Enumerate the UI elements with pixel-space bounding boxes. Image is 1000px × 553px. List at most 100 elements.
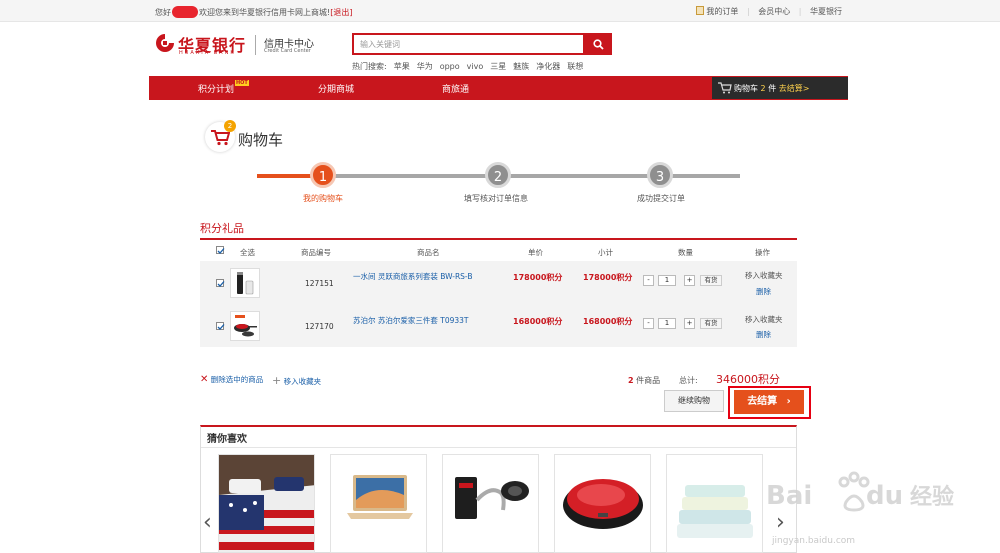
recommendation-card[interactable] <box>442 454 539 553</box>
hot-term[interactable]: 苹果 <box>394 62 410 71</box>
product-name-link[interactable]: 一水间 灵跃商旅系列套装 BW-RS-B <box>353 271 473 282</box>
step-3: 3 <box>647 162 673 188</box>
search-button[interactable] <box>585 33 612 55</box>
delete-item-link[interactable]: 删除 <box>756 286 771 297</box>
product-image[interactable] <box>230 268 260 298</box>
hot-term[interactable]: 三星 <box>490 62 506 71</box>
move-selected-to-favorites-button[interactable]: + 移入收藏夹 <box>272 374 321 387</box>
search-input[interactable]: 输入关键词 <box>352 33 585 55</box>
cart-badge: 2 <box>224 120 236 132</box>
total-value: 346000积分 <box>716 373 780 386</box>
plus-icon: + <box>272 374 282 387</box>
recommendations-title: 猜你喜欢 <box>207 434 247 445</box>
item-checkbox[interactable] <box>216 322 225 330</box>
product-code: 127151 <box>305 279 334 288</box>
step-progress-track <box>323 174 740 178</box>
grill-pan-image <box>555 455 650 552</box>
watermark-url: jingyan.baidu.com <box>772 536 856 546</box>
towels-image <box>667 455 762 552</box>
select-all-checkbox[interactable] <box>216 246 225 254</box>
hot-badge: HOT <box>235 80 249 86</box>
step-3-label: 成功提交订单 <box>637 194 685 203</box>
nav-cart-button[interactable]: 购物车 2 件 去结算> <box>712 77 848 99</box>
unit-price: 178000积分 <box>513 273 563 282</box>
move-to-favorites-link[interactable]: 移入收藏夹 <box>745 314 783 325</box>
checkout-button[interactable]: 去结算 › <box>734 390 804 414</box>
hot-term[interactable]: 净化器 <box>536 62 560 71</box>
welcome-text: 您好 欢迎您来到华夏银行信用卡网上商城![退出] <box>155 6 353 18</box>
header-qty: 数量 <box>678 248 693 257</box>
unit-price: 168000积分 <box>513 317 563 326</box>
laptop-image <box>331 455 426 552</box>
step-1-label: 我的购物车 <box>303 194 343 203</box>
delete-item-link[interactable]: 删除 <box>756 329 771 340</box>
hot-term[interactable]: vivo <box>467 62 484 71</box>
qty-minus-button[interactable]: - <box>643 275 654 286</box>
section-title: 积分礼品 <box>200 222 244 235</box>
delete-selected-button[interactable]: ✕ 删除选中的商品 <box>200 374 263 385</box>
recommendations-divider <box>201 447 796 448</box>
top-links: 我的订单 | 会员中心 | 华夏银行 <box>690 6 842 17</box>
svg-text:du: du <box>866 481 903 511</box>
carousel-prev-icon[interactable]: ‹ <box>203 510 212 535</box>
bank-name-en: HUAXIA BANK <box>179 50 236 56</box>
svg-text:Bai: Bai <box>766 481 812 511</box>
header-name: 商品名 <box>417 248 440 257</box>
nav-item-installment[interactable]: 分期商城 <box>318 82 354 95</box>
qty-plus-button[interactable]: + <box>684 318 695 329</box>
close-icon: ✕ <box>200 374 209 385</box>
header-actions: 操作 <box>755 248 770 257</box>
recommendation-card[interactable] <box>666 454 763 553</box>
qty-minus-button[interactable]: - <box>643 318 654 329</box>
product-name-link[interactable]: 苏泊尔 苏泊尔爱家三件套 T0933T <box>353 315 469 326</box>
header-price: 单价 <box>528 248 543 257</box>
credit-center-en: Credit Card Center <box>264 48 311 54</box>
cpap-device-image <box>443 455 538 552</box>
table-header: 全选 商品编号 商品名 单价 小计 数量 操作 <box>200 240 797 261</box>
nav-checkout-link[interactable]: 去结算> <box>779 84 810 93</box>
my-orders-link[interactable]: 我的订单 <box>706 7 738 16</box>
recommendation-card[interactable] <box>330 454 427 553</box>
stock-badge: 有货 <box>700 275 722 286</box>
nav-item-travel[interactable]: 商旅通 <box>442 82 469 95</box>
subtotal: 178000积分 <box>583 273 633 282</box>
cart-icon <box>718 82 732 94</box>
header-select-all[interactable]: 全选 <box>240 247 255 258</box>
product-code: 127170 <box>305 322 334 331</box>
qty-input[interactable]: 1 <box>658 275 676 286</box>
move-to-favorites-link[interactable]: 移入收藏夹 <box>745 270 783 281</box>
recommendation-card[interactable] <box>218 454 315 553</box>
qty-input[interactable]: 1 <box>658 318 676 329</box>
svg-text:经验: 经验 <box>910 484 954 510</box>
total-label: 总计: <box>679 376 698 385</box>
header-subtotal: 小计 <box>598 248 613 257</box>
hot-search: 热门搜索: 苹果 华为 oppo vivo 三星 魅族 净化器 联想 <box>352 62 584 71</box>
recommendation-card[interactable] <box>554 454 651 553</box>
search-icon <box>593 39 604 50</box>
order-icon <box>696 6 705 15</box>
bank-link[interactable]: 华夏银行 <box>810 7 842 16</box>
huaxia-logo-icon[interactable] <box>155 33 175 53</box>
hot-term[interactable]: oppo <box>440 62 460 71</box>
nav-item-points[interactable]: 积分计划 <box>198 82 234 95</box>
product-image[interactable] <box>230 311 260 341</box>
hot-term[interactable]: 魅族 <box>513 62 529 71</box>
step-2-label: 填写核对订单信息 <box>464 194 528 203</box>
header-code: 商品编号 <box>301 248 331 257</box>
thermos-set-image <box>237 272 254 295</box>
item-checkbox[interactable] <box>216 279 225 287</box>
hot-term[interactable]: 联想 <box>567 62 583 71</box>
hot-term[interactable]: 华为 <box>417 62 433 71</box>
top-bar: 您好 欢迎您来到华夏银行信用卡网上商城![退出] 我的订单 | 会员中心 | 华夏… <box>0 0 1000 22</box>
member-center-link[interactable]: 会员中心 <box>758 7 790 16</box>
page-title: 购物车 <box>238 131 284 149</box>
item-count: 2 件商品 <box>628 376 661 385</box>
continue-shopping-button[interactable]: 继续购物 <box>664 390 724 412</box>
qty-plus-button[interactable]: + <box>684 275 695 286</box>
logout-link[interactable]: [退出] <box>330 8 352 17</box>
subtotal: 168000积分 <box>583 317 633 326</box>
cart-count: 2 <box>760 84 766 93</box>
stock-badge: 有货 <box>700 318 722 329</box>
redacted-username <box>172 6 198 18</box>
cookware-set-image <box>234 315 257 337</box>
